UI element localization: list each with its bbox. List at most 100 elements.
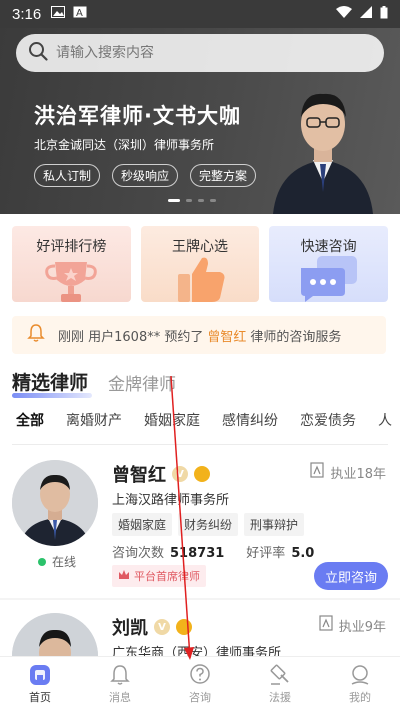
tab-gold-lawyers[interactable]: 金牌律师 xyxy=(108,370,176,395)
specialty-tags: 婚姻家庭 财务纠纷 刑事辩护 xyxy=(112,513,305,536)
experience: 执业18年 xyxy=(310,462,386,482)
search-bar[interactable] xyxy=(16,34,384,72)
specialty-tag: 婚姻家庭 xyxy=(112,513,173,536)
license-icon xyxy=(310,462,325,482)
rating-value: 5.0 xyxy=(291,546,315,561)
verified-badge-icon: V xyxy=(172,466,188,482)
search-input[interactable] xyxy=(56,45,356,61)
tab-messages[interactable]: 消息 xyxy=(80,657,160,711)
status-bar: 3:16 A xyxy=(0,0,400,28)
chat-bubble-icon xyxy=(300,256,357,302)
avatar[interactable] xyxy=(12,460,98,546)
booking-notice[interactable]: 刚刚 用户1608** 预约了 曾智红 律师的咨询服务 xyxy=(12,316,386,354)
question-icon xyxy=(190,664,210,684)
trophy-icon xyxy=(45,262,98,302)
notice-lawyer-name: 曾智红 xyxy=(207,329,247,345)
category-item[interactable]: 人 xyxy=(378,410,392,430)
promo-banner[interactable]: 洪治军律师·文书大咖 北京金诚同达（深圳）律师事务所 私人订制 秒级响应 完整方… xyxy=(0,28,400,214)
banner-lawyer-photo xyxy=(273,93,373,214)
category-filter: 全部 离婚财产 婚姻家庭 感情纠纷 恋爱债务 人 xyxy=(16,410,400,430)
online-status: 在线 xyxy=(38,553,76,570)
tab-label: 我的 xyxy=(349,691,371,704)
consult-now-button[interactable]: 立即咨询 xyxy=(314,562,388,590)
tab-mine[interactable]: 我的 xyxy=(320,657,400,711)
profile-icon xyxy=(351,665,369,685)
specialty-tag: 财务纠纷 xyxy=(178,513,239,536)
banner-subtitle: 北京金诚同达（深圳）律师事务所 xyxy=(34,138,215,152)
gavel-icon xyxy=(270,664,289,685)
card-label: 快速咨询 xyxy=(300,239,357,255)
carousel-dot[interactable] xyxy=(186,199,192,202)
category-item[interactable]: 婚姻家庭 xyxy=(144,410,200,430)
quick-consult-card[interactable]: 快速咨询 xyxy=(269,226,389,302)
online-label: 在线 xyxy=(52,555,77,569)
thumbs-up-icon xyxy=(178,257,225,302)
status-time: 3:16 xyxy=(12,5,42,23)
medal-icon xyxy=(176,619,192,635)
tab-label: 首页 xyxy=(29,691,51,704)
lawyer-name-row: 刘凯 V xyxy=(112,614,192,640)
a-notification-icon: A xyxy=(73,6,87,22)
verified-badge-icon: V xyxy=(154,619,170,635)
lawyer-stats: 咨询次数 518731 好评率 5.0 xyxy=(112,542,314,561)
home-icon xyxy=(30,665,50,685)
ranking-card[interactable]: 好评排行榜 xyxy=(12,226,131,302)
divider xyxy=(12,444,388,445)
banner-tag: 完整方案 xyxy=(190,164,257,187)
experience: 执业9年 xyxy=(319,615,386,635)
bottom-tab-bar: 首页 消息 咨询 法援 我的 xyxy=(0,656,400,711)
tab-legal-aid[interactable]: 法援 xyxy=(240,657,320,711)
specialty-tag: 刑事辩护 xyxy=(244,513,305,536)
lawyer-name: 刘凯 xyxy=(112,618,148,639)
tab-featured-lawyers[interactable]: 精选律师 xyxy=(12,368,93,398)
medal-icon xyxy=(194,466,210,482)
category-item[interactable]: 感情纠纷 xyxy=(222,410,278,430)
experience-years: 执业18年 xyxy=(330,466,386,482)
gallery-icon xyxy=(51,6,66,22)
notice-suffix: 律师的咨询服务 xyxy=(250,329,342,345)
carousel-dot[interactable] xyxy=(198,199,204,202)
category-item[interactable]: 恋爱债务 xyxy=(300,410,356,430)
category-item[interactable]: 全部 xyxy=(16,410,44,430)
carousel-dot[interactable] xyxy=(168,199,180,202)
recommend-badge: 平台首席律师 xyxy=(112,565,206,587)
banner-tag: 私人订制 xyxy=(34,164,101,187)
rating-label: 好评率 xyxy=(246,546,286,561)
notice-prefix: 刚刚 用户1608** 预约了 xyxy=(58,329,204,345)
law-firm: 上海汉路律师事务所 xyxy=(112,493,230,508)
bell-icon xyxy=(110,665,130,685)
bell-icon xyxy=(26,323,46,347)
tab-consult[interactable]: 咨询 xyxy=(160,657,240,711)
battery-icon xyxy=(380,5,388,23)
tab-label: 咨询 xyxy=(189,691,211,704)
tab-home[interactable]: 首页 xyxy=(0,657,80,711)
crown-icon xyxy=(118,569,130,583)
rating-stat: 好评率 5.0 xyxy=(246,542,314,561)
lawyer-name-row: 曾智红 V xyxy=(112,461,210,487)
search-icon xyxy=(28,41,48,65)
consult-stat: 咨询次数 518731 xyxy=(112,542,224,561)
quick-entry-cards: 好评排行榜 王牌心选 快速咨询 xyxy=(12,226,389,302)
carousel-indicator xyxy=(168,199,216,202)
signal-icon xyxy=(360,6,372,22)
list-divider xyxy=(0,598,400,600)
category-item[interactable]: 离婚财产 xyxy=(66,410,122,430)
ace-pick-card[interactable]: 王牌心选 xyxy=(140,226,260,302)
banner-tags: 私人订制 秒级响应 完整方案 xyxy=(34,164,257,187)
svg-text:A: A xyxy=(76,8,83,18)
consult-count: 518731 xyxy=(170,546,225,561)
section-tabs: 精选律师 金牌律师 xyxy=(12,368,176,398)
license-icon xyxy=(319,615,333,635)
experience-years: 执业9年 xyxy=(338,619,386,635)
tab-label: 法援 xyxy=(269,691,291,704)
wifi-icon xyxy=(336,6,352,22)
recommend-label: 平台首席律师 xyxy=(134,570,200,583)
card-label: 好评排行榜 xyxy=(36,239,107,255)
online-dot-icon xyxy=(38,557,46,566)
lawyer-name: 曾智红 xyxy=(112,465,166,486)
banner-tag: 秒级响应 xyxy=(112,164,179,187)
carousel-dot[interactable] xyxy=(210,199,216,202)
card-label: 王牌心选 xyxy=(172,239,228,255)
banner-title: 洪治军律师·文书大咖 xyxy=(34,104,241,128)
consult-label: 咨询次数 xyxy=(112,546,165,561)
